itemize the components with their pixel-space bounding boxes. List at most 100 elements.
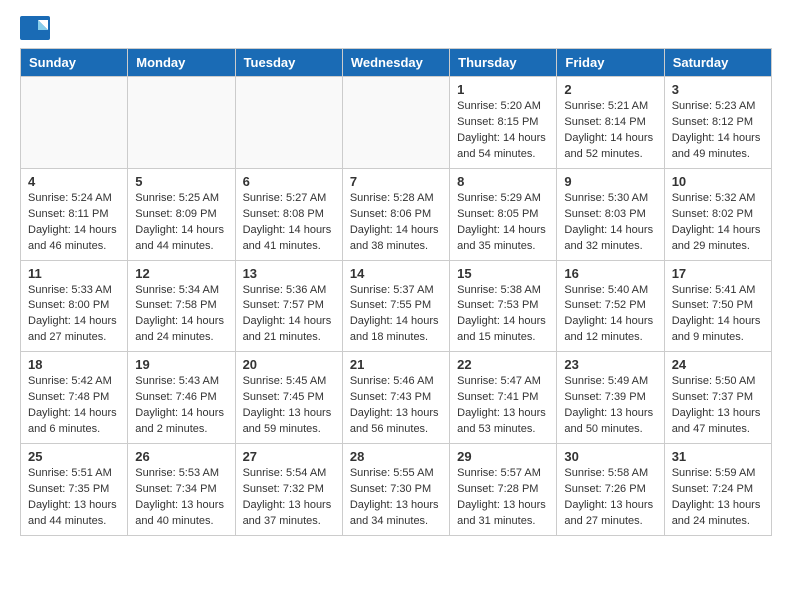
day-number: 15: [457, 266, 549, 281]
day-number: 29: [457, 449, 549, 464]
day-info: Sunrise: 5:38 AMSunset: 7:53 PMDaylight:…: [457, 283, 549, 347]
day-number: 22: [457, 357, 549, 372]
calendar-cell: 23Sunrise: 5:49 AMSunset: 7:39 PMDayligh…: [557, 352, 664, 444]
day-info: Sunrise: 5:28 AMSunset: 8:06 PMDaylight:…: [350, 191, 442, 255]
calendar-cell: 7 Sunrise: 5:28 AMSunset: 8:06 PMDaylight…: [342, 168, 449, 260]
calendar-cell: 8 Sunrise: 5:29 AMSunset: 8:05 PMDaylight…: [450, 168, 557, 260]
week-row: 11 Sunrise: 5:33 AMSunset: 8:00 PMDayligh…: [21, 260, 772, 352]
day-number: 16: [564, 266, 656, 281]
calendar-cell: 5 Sunrise: 5:25 AMSunset: 8:09 PMDaylight…: [128, 168, 235, 260]
logo: [20, 16, 54, 40]
day-info: Sunrise: 5:53 AMSunset: 7:34 PMDaylight:…: [135, 466, 227, 530]
day-number: 31: [672, 449, 764, 464]
day-number: 12: [135, 266, 227, 281]
day-number: 17: [672, 266, 764, 281]
day-info: Sunrise: 5:29 AMSunset: 8:05 PMDaylight:…: [457, 191, 549, 255]
calendar-cell: 12 Sunrise: 5:34 AMSunset: 7:58 PMDayligh…: [128, 260, 235, 352]
weekday-header: Sunday: [21, 49, 128, 77]
day-number: 5: [135, 174, 227, 189]
calendar-cell: 3Sunrise: 5:23 AMSunset: 8:12 PMDaylight…: [664, 77, 771, 169]
day-info: Sunrise: 5:21 AMSunset: 8:14 PMDaylight:…: [564, 99, 656, 163]
calendar-cell: 25 Sunrise: 5:51 AMSunset: 7:35 PMDayligh…: [21, 444, 128, 536]
calendar-cell: 21 Sunrise: 5:46 AMSunset: 7:43 PMDayligh…: [342, 352, 449, 444]
logo-icon: [20, 16, 50, 40]
day-number: 10: [672, 174, 764, 189]
header: [20, 16, 772, 40]
calendar-cell: 9Sunrise: 5:30 AMSunset: 8:03 PMDaylight…: [557, 168, 664, 260]
calendar-cell: 2 Sunrise: 5:21 AMSunset: 8:14 PMDaylight…: [557, 77, 664, 169]
weekday-header: Tuesday: [235, 49, 342, 77]
calendar-cell: 14Sunrise: 5:37 AMSunset: 7:55 PMDayligh…: [342, 260, 449, 352]
day-number: 23: [564, 357, 656, 372]
day-number: 1: [457, 82, 549, 97]
day-number: 11: [28, 266, 120, 281]
calendar-cell: 30Sunrise: 5:58 AMSunset: 7:26 PMDayligh…: [557, 444, 664, 536]
day-info: Sunrise: 5:58 AMSunset: 7:26 PMDaylight:…: [564, 466, 656, 530]
day-info: Sunrise: 5:51 AMSunset: 7:35 PMDaylight:…: [28, 466, 120, 530]
week-row: 18 Sunrise: 5:42 AMSunset: 7:48 PMDayligh…: [21, 352, 772, 444]
day-info: Sunrise: 5:43 AMSunset: 7:46 PMDaylight:…: [135, 374, 227, 438]
calendar-cell: 17 Sunrise: 5:41 AMSunset: 7:50 PMDayligh…: [664, 260, 771, 352]
header-row: SundayMondayTuesdayWednesdayThursdayFrid…: [21, 49, 772, 77]
day-number: 4: [28, 174, 120, 189]
day-number: 21: [350, 357, 442, 372]
calendar-cell: [128, 77, 235, 169]
day-info: Sunrise: 5:45 AMSunset: 7:45 PMDaylight:…: [243, 374, 335, 438]
calendar-cell: 13Sunrise: 5:36 AMSunset: 7:57 PMDayligh…: [235, 260, 342, 352]
calendar-cell: [21, 77, 128, 169]
day-info: Sunrise: 5:34 AMSunset: 7:58 PMDaylight:…: [135, 283, 227, 347]
calendar-cell: [342, 77, 449, 169]
week-row: 1 Sunrise: 5:20 AMSunset: 8:15 PMDaylight…: [21, 77, 772, 169]
page-container: SundayMondayTuesdayWednesdayThursdayFrid…: [0, 0, 792, 552]
calendar-cell: 15 Sunrise: 5:38 AMSunset: 7:53 PMDayligh…: [450, 260, 557, 352]
day-number: 13: [243, 266, 335, 281]
day-number: 28: [350, 449, 442, 464]
day-info: Sunrise: 5:57 AMSunset: 7:28 PMDaylight:…: [457, 466, 549, 530]
day-number: 20: [243, 357, 335, 372]
day-info: Sunrise: 5:25 AMSunset: 8:09 PMDaylight:…: [135, 191, 227, 255]
calendar-cell: 31 Sunrise: 5:59 AMSunset: 7:24 PMDayligh…: [664, 444, 771, 536]
week-row: 4 Sunrise: 5:24 AMSunset: 8:11 PMDaylight…: [21, 168, 772, 260]
day-info: Sunrise: 5:20 AMSunset: 8:15 PMDaylight:…: [457, 99, 549, 163]
calendar-cell: 29 Sunrise: 5:57 AMSunset: 7:28 PMDayligh…: [450, 444, 557, 536]
day-info: Sunrise: 5:33 AMSunset: 8:00 PMDaylight:…: [28, 283, 120, 347]
calendar-cell: 27 Sunrise: 5:54 AMSunset: 7:32 PMDayligh…: [235, 444, 342, 536]
day-number: 8: [457, 174, 549, 189]
day-number: 24: [672, 357, 764, 372]
calendar-cell: [235, 77, 342, 169]
day-number: 18: [28, 357, 120, 372]
day-info: Sunrise: 5:42 AMSunset: 7:48 PMDaylight:…: [28, 374, 120, 438]
calendar-cell: 1 Sunrise: 5:20 AMSunset: 8:15 PMDaylight…: [450, 77, 557, 169]
calendar-cell: 18 Sunrise: 5:42 AMSunset: 7:48 PMDayligh…: [21, 352, 128, 444]
calendar-cell: 22Sunrise: 5:47 AMSunset: 7:41 PMDayligh…: [450, 352, 557, 444]
day-number: 25: [28, 449, 120, 464]
day-info: Sunrise: 5:40 AMSunset: 7:52 PMDaylight:…: [564, 283, 656, 347]
day-number: 7: [350, 174, 442, 189]
calendar-cell: 6 Sunrise: 5:27 AMSunset: 8:08 PMDaylight…: [235, 168, 342, 260]
calendar-cell: 4 Sunrise: 5:24 AMSunset: 8:11 PMDaylight…: [21, 168, 128, 260]
day-info: Sunrise: 5:24 AMSunset: 8:11 PMDaylight:…: [28, 191, 120, 255]
calendar-table: SundayMondayTuesdayWednesdayThursdayFrid…: [20, 48, 772, 536]
week-row: 25 Sunrise: 5:51 AMSunset: 7:35 PMDayligh…: [21, 444, 772, 536]
day-info: Sunrise: 5:27 AMSunset: 8:08 PMDaylight:…: [243, 191, 335, 255]
calendar-cell: 20 Sunrise: 5:45 AMSunset: 7:45 PMDayligh…: [235, 352, 342, 444]
day-number: 6: [243, 174, 335, 189]
day-number: 19: [135, 357, 227, 372]
calendar-cell: 11 Sunrise: 5:33 AMSunset: 8:00 PMDayligh…: [21, 260, 128, 352]
day-number: 14: [350, 266, 442, 281]
day-info: Sunrise: 5:59 AMSunset: 7:24 PMDaylight:…: [672, 466, 764, 530]
calendar-cell: 24Sunrise: 5:50 AMSunset: 7:37 PMDayligh…: [664, 352, 771, 444]
weekday-header: Thursday: [450, 49, 557, 77]
calendar-cell: 10Sunrise: 5:32 AMSunset: 8:02 PMDayligh…: [664, 168, 771, 260]
day-info: Sunrise: 5:41 AMSunset: 7:50 PMDaylight:…: [672, 283, 764, 347]
day-info: Sunrise: 5:55 AMSunset: 7:30 PMDaylight:…: [350, 466, 442, 530]
day-info: Sunrise: 5:54 AMSunset: 7:32 PMDaylight:…: [243, 466, 335, 530]
weekday-header: Monday: [128, 49, 235, 77]
day-number: 27: [243, 449, 335, 464]
weekday-header: Saturday: [664, 49, 771, 77]
day-number: 2: [564, 82, 656, 97]
day-info: Sunrise: 5:46 AMSunset: 7:43 PMDaylight:…: [350, 374, 442, 438]
day-info: Sunrise: 5:23 AMSunset: 8:12 PMDaylight:…: [672, 99, 764, 163]
weekday-header: Wednesday: [342, 49, 449, 77]
day-number: 9: [564, 174, 656, 189]
